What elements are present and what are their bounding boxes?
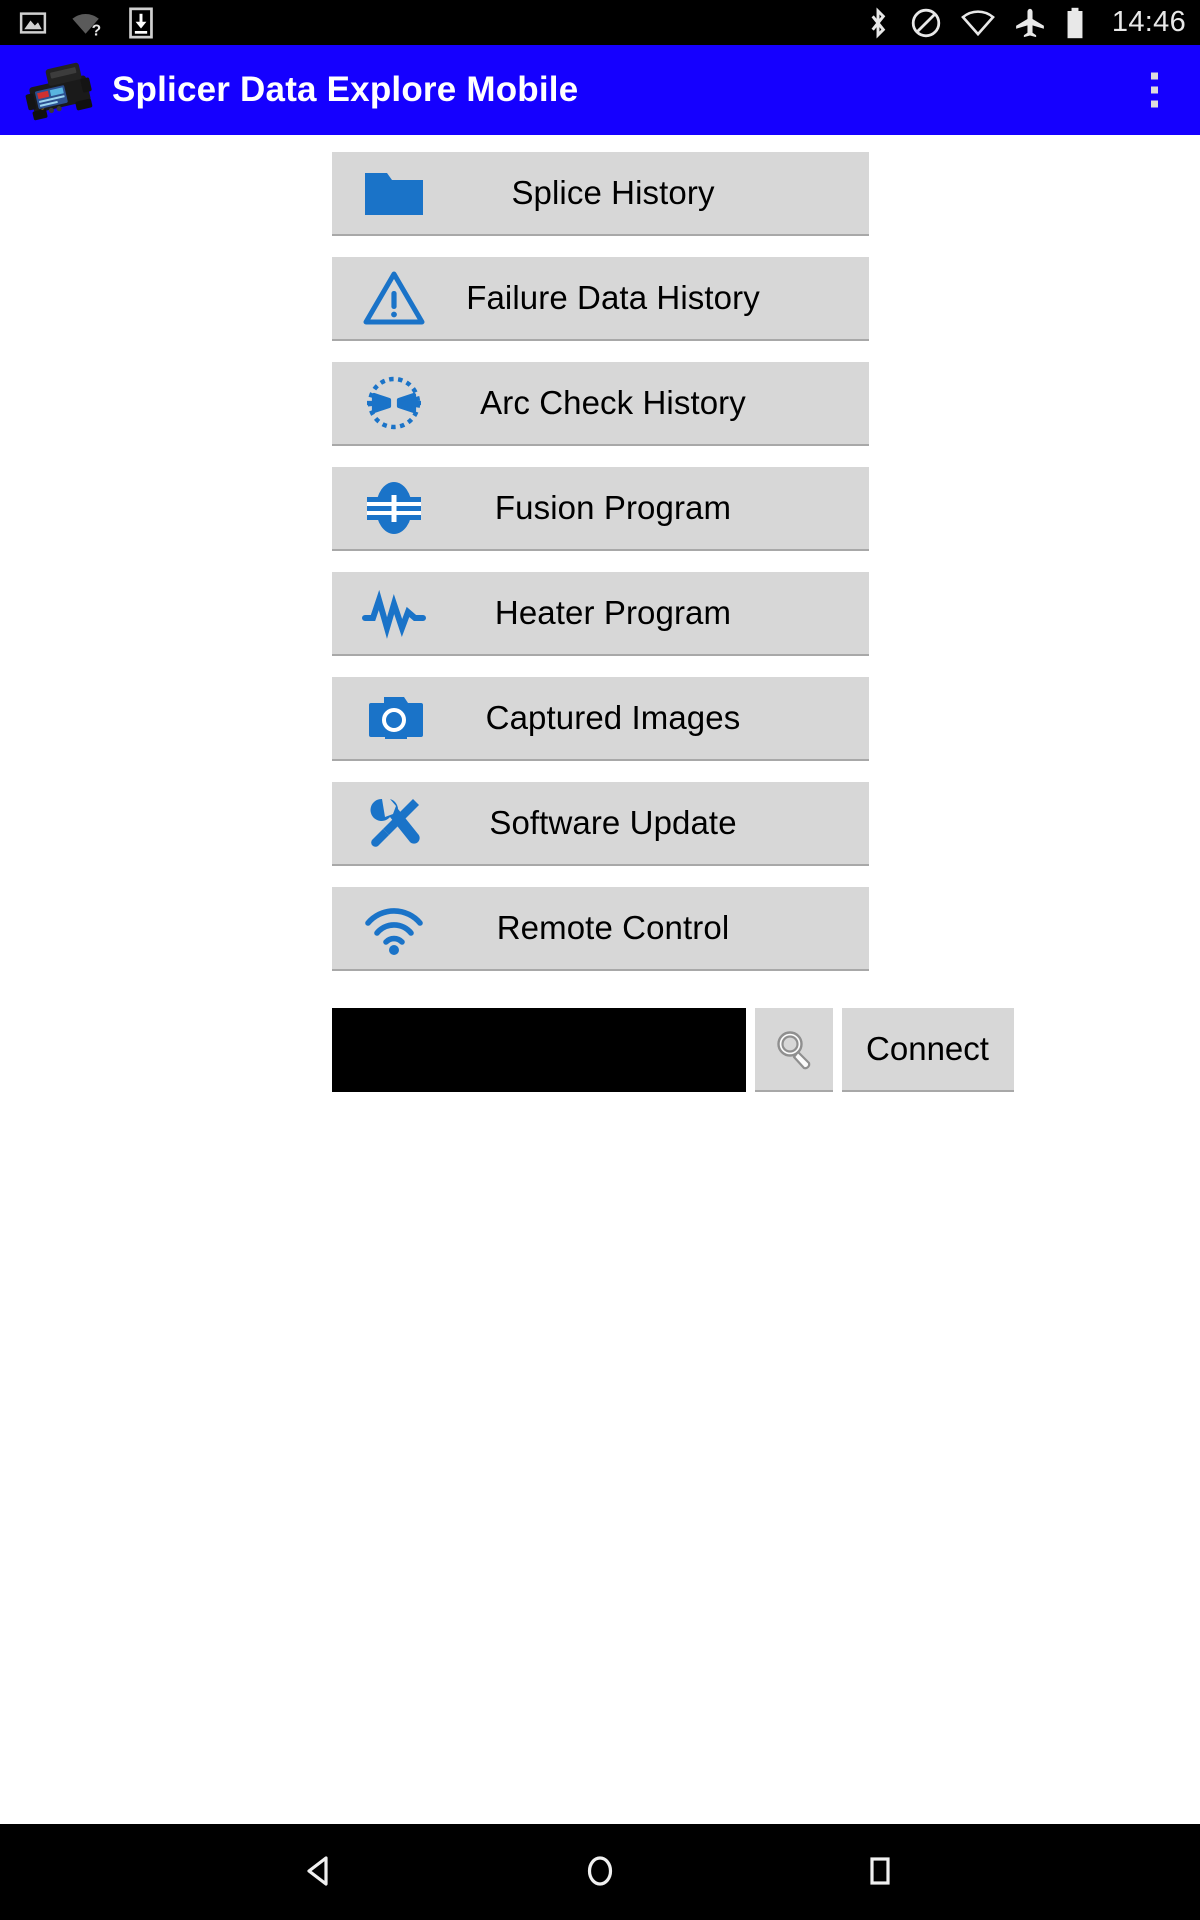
splicer-device-logo <box>22 57 98 123</box>
status-bar: ? 14:46 <box>0 0 1200 45</box>
menu-item-label: Heater Program <box>494 594 732 631</box>
bluetooth-icon <box>865 6 891 39</box>
nav-home-button[interactable] <box>552 1824 648 1920</box>
do-not-disturb-icon <box>910 7 942 39</box>
wifi-icon <box>961 8 995 38</box>
waveform-icon <box>346 571 442 655</box>
status-bar-left-icons: ? <box>18 6 154 39</box>
android-navigation-bar <box>0 1824 1200 1920</box>
battery-icon <box>1065 7 1085 39</box>
connect-button[interactable]: Connect <box>841 1008 1014 1092</box>
status-bar-right-icons: 14:46 <box>865 6 1186 39</box>
menu-item-label: Software Update <box>489 804 737 841</box>
menu-item-remote-control[interactable]: Remote Control <box>331 886 869 971</box>
menu-item-heater-program[interactable]: Heater Program <box>331 571 869 656</box>
camera-icon <box>346 676 442 760</box>
android-screen: ? 14:46 Splicer Data Explore Mobile Spli… <box>0 0 1200 1920</box>
status-bar-clock: 14:46 <box>1111 6 1186 38</box>
svg-text:?: ? <box>92 22 102 37</box>
menu-item-arc-check-history[interactable]: Arc Check History <box>331 361 869 446</box>
wifi-question-icon: ? <box>70 8 106 39</box>
menu-item-label: Arc Check History <box>480 384 746 421</box>
magnifier-icon <box>770 1024 818 1075</box>
app-bar: Splicer Data Explore Mobile <box>0 45 1200 135</box>
main-content: Splice History Failure Data History Arc … <box>0 135 1200 1824</box>
overflow-dot <box>1150 86 1158 94</box>
menu-item-label: Remote Control <box>496 909 730 946</box>
search-device-button[interactable] <box>754 1008 833 1092</box>
menu-item-failure-data-history[interactable]: Failure Data History <box>331 256 869 341</box>
recents-square-icon <box>858 1849 902 1896</box>
fusion-ellipse-icon <box>346 466 442 550</box>
device-address-input[interactable] <box>331 1008 746 1092</box>
menu-item-label: Fusion Program <box>494 489 732 526</box>
back-triangle-icon <box>298 1849 342 1896</box>
nav-back-button[interactable] <box>272 1824 368 1920</box>
app-title: Splicer Data Explore Mobile <box>112 70 579 109</box>
wifi-signal-icon <box>346 886 442 970</box>
menu-item-fusion-program[interactable]: Fusion Program <box>331 466 869 551</box>
warning-triangle-icon <box>346 256 442 340</box>
overflow-menu-button[interactable] <box>1142 67 1166 114</box>
home-circle-icon <box>578 1849 622 1896</box>
menu-item-software-update[interactable]: Software Update <box>331 781 869 866</box>
menu-item-splice-history[interactable]: Splice History <box>331 151 869 236</box>
menu-item-captured-images[interactable]: Captured Images <box>331 676 869 761</box>
nav-recents-button[interactable] <box>832 1824 928 1920</box>
airplane-mode-icon <box>1014 7 1046 39</box>
download-icon <box>128 6 154 39</box>
photo-icon <box>18 8 48 38</box>
connect-bar: Connect <box>331 1008 1014 1092</box>
menu-item-label: Captured Images <box>485 699 741 736</box>
menu-item-label: Splice History <box>511 174 715 211</box>
menu-list: Splice History Failure Data History Arc … <box>331 151 869 971</box>
overflow-dot <box>1150 100 1158 108</box>
tools-icon <box>346 781 442 865</box>
arc-electrodes-icon <box>346 361 442 445</box>
overflow-dot <box>1150 72 1158 80</box>
menu-item-label: Failure Data History <box>466 279 760 316</box>
folder-icon <box>346 151 442 235</box>
